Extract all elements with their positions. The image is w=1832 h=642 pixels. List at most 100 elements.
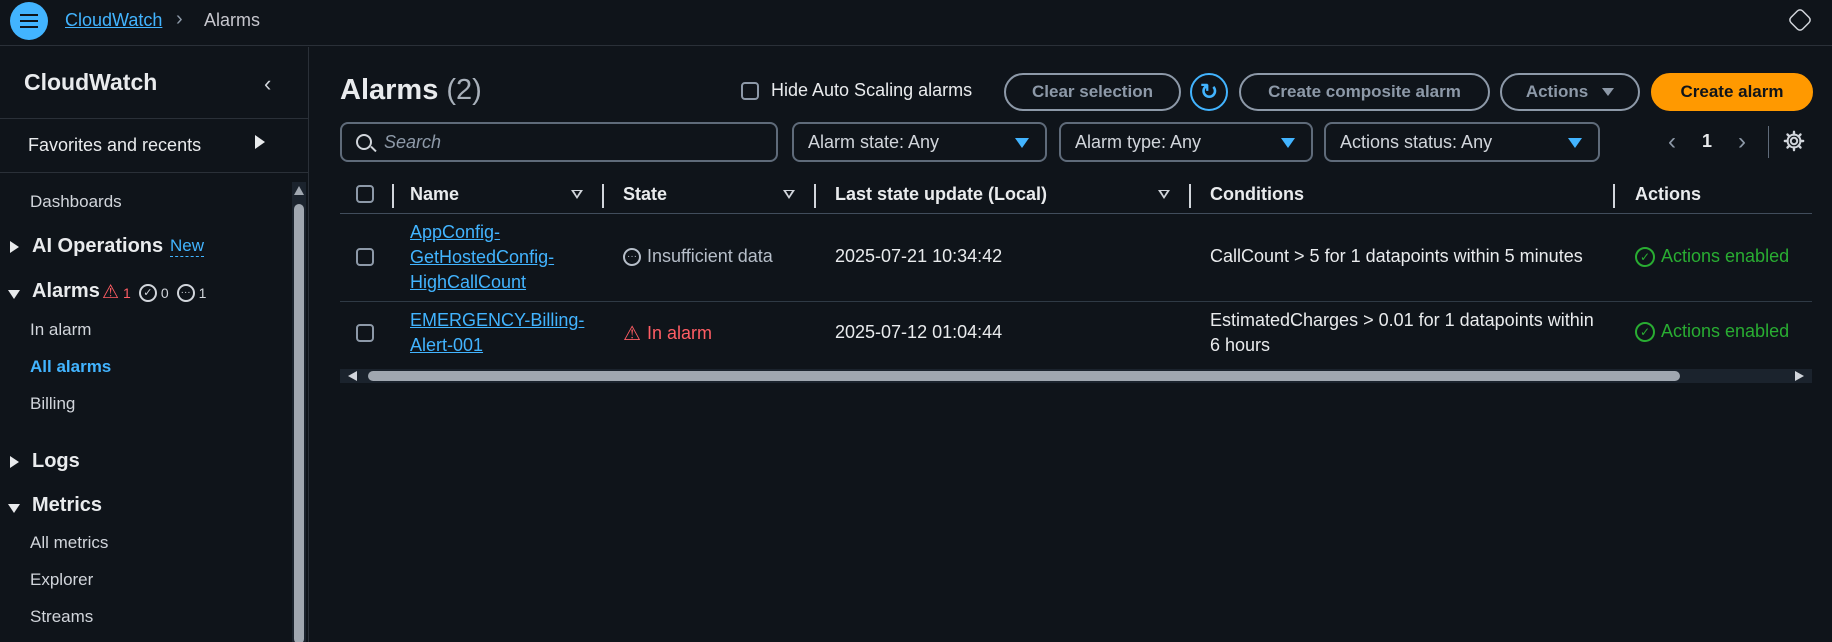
sidebar-scrollbar[interactable]: [292, 182, 306, 642]
search-box[interactable]: [340, 122, 778, 162]
collapse-sidebar-icon[interactable]: ‹: [264, 71, 271, 97]
actions-status-text: Actions enabled: [1661, 321, 1790, 341]
column-divider: [392, 184, 394, 208]
sidebar-section-metrics[interactable]: Metrics: [32, 494, 102, 517]
actions-status-filter[interactable]: Actions status: Any: [1324, 122, 1600, 162]
insufficient-count: ··· 1: [176, 283, 207, 302]
hide-auto-scaling-toggle[interactable]: Hide Auto Scaling alarms: [741, 80, 972, 101]
column-divider[interactable]: [1613, 184, 1615, 208]
settings-gear-icon[interactable]: [1783, 130, 1805, 152]
alarm-name-line[interactable]: EMERGENCY-Billing-: [410, 308, 584, 333]
divider: [1768, 126, 1769, 158]
sort-icon[interactable]: [783, 190, 795, 199]
caret-right-icon[interactable]: [255, 135, 265, 149]
sidebar-item-all-metrics[interactable]: All metrics: [30, 533, 108, 553]
refresh-button[interactable]: ↻: [1190, 73, 1228, 111]
chevron-right-icon: ›: [176, 8, 183, 30]
next-page-icon[interactable]: ›: [1738, 128, 1746, 156]
column-header-actions: Actions: [1635, 184, 1702, 204]
row-checkbox[interactable]: [356, 324, 374, 342]
create-alarm-button[interactable]: Create alarm: [1651, 73, 1813, 111]
column-divider[interactable]: [814, 184, 816, 208]
refresh-icon: ↻: [1199, 79, 1219, 104]
column-header-last-update[interactable]: Last state update (Local): [835, 184, 1047, 205]
sidebar-item-billing[interactable]: Billing: [30, 394, 75, 414]
sidebar-item-all-alarms[interactable]: All alarms: [30, 357, 111, 377]
collapse-caret-icon[interactable]: [8, 504, 20, 513]
scroll-up-icon[interactable]: [294, 186, 304, 195]
column-header-state[interactable]: State: [623, 184, 667, 205]
sidebar-title: CloudWatch: [24, 69, 158, 95]
breadcrumb-current: Alarms: [204, 10, 261, 30]
sidebar-section-alarms[interactable]: Alarms: [32, 280, 100, 303]
alarm-name-line[interactable]: AppConfig-: [410, 220, 554, 245]
search-input[interactable]: [384, 131, 764, 153]
insufficient-count-value: 1: [198, 284, 207, 301]
alarm-name-link[interactable]: EMERGENCY-Billing- Alert-001: [410, 308, 584, 358]
create-composite-alarm-button[interactable]: Create composite alarm: [1239, 73, 1490, 111]
table-horizontal-scrollbar[interactable]: [340, 369, 1812, 383]
scroll-right-icon[interactable]: [1795, 371, 1804, 381]
column-header-name[interactable]: Name: [410, 184, 459, 205]
actions-dropdown-button[interactable]: Actions: [1500, 73, 1640, 111]
insufficient-data-icon: ···: [623, 247, 641, 266]
breadcrumb-cloudwatch-link[interactable]: CloudWatch: [65, 10, 162, 31]
divider: [0, 118, 308, 119]
scrollbar-thumb[interactable]: [294, 204, 304, 642]
previous-page-icon[interactable]: ‹: [1668, 128, 1676, 156]
sidebar-item-streams[interactable]: Streams: [30, 607, 93, 627]
sidebar-item-dashboards[interactable]: Dashboards: [30, 192, 122, 212]
alarm-name-line[interactable]: HighCallCount: [410, 270, 554, 295]
favorites-and-recents[interactable]: Favorites and recents: [28, 135, 201, 156]
sidebar-item-explorer[interactable]: Explorer: [30, 570, 93, 590]
alarm-state-filter[interactable]: Alarm state: Any: [792, 122, 1047, 162]
check-circle-icon: ✓: [138, 283, 157, 302]
alarm-conditions: EstimatedCharges > 0.01 for 1 datapoints…: [1210, 308, 1594, 358]
notifications-icon[interactable]: [1787, 7, 1813, 33]
new-badge[interactable]: New: [170, 236, 205, 257]
alarm-counts: ⚠ 1 ✓ 0 ··· 1: [102, 281, 206, 304]
state-text: In alarm: [646, 323, 712, 343]
top-navigation-bar: CloudWatch › Alarms: [0, 0, 1832, 46]
alarm-name-link[interactable]: AppConfig- GetHostedConfig- HighCallCoun…: [410, 220, 554, 295]
sidebar: CloudWatch ‹ Favorites and recents Dashb…: [0, 47, 309, 642]
ok-count-value: 0: [160, 284, 169, 301]
alarm-name-line[interactable]: Alert-001: [410, 333, 584, 358]
expand-caret-icon[interactable]: [10, 456, 19, 468]
expand-caret-icon[interactable]: [10, 241, 19, 253]
sidebar-section-ai-operations[interactable]: AI Operations: [32, 235, 163, 258]
state-insufficient-data: ··· Insufficient data: [623, 246, 773, 267]
sort-icon[interactable]: [571, 190, 583, 199]
alarm-name-line[interactable]: GetHostedConfig-: [410, 245, 554, 270]
sidebar-item-in-alarm[interactable]: In alarm: [30, 320, 91, 340]
sidebar-section-logs[interactable]: Logs: [32, 450, 80, 473]
caret-down-icon: [1602, 88, 1615, 96]
ok-count: ✓ 0: [138, 283, 169, 302]
current-page-number[interactable]: 1: [1702, 131, 1712, 152]
scroll-left-icon[interactable]: [348, 371, 357, 381]
column-divider[interactable]: [1189, 184, 1191, 208]
hide-auto-scaling-checkbox[interactable]: [741, 81, 759, 100]
select-all-checkbox[interactable]: [356, 185, 374, 203]
actions-enabled-status: ✓ Actions enabled: [1635, 321, 1789, 342]
last-update-time: 2025-07-12 01:04:44: [835, 322, 1003, 342]
conditions-line: EstimatedCharges > 0.01 for 1 datapoints…: [1210, 310, 1594, 330]
state-text: Insufficient data: [647, 246, 773, 266]
alarm-type-filter-value: Alarm type: Any: [1075, 131, 1202, 152]
scrollbar-thumb[interactable]: [368, 371, 1680, 381]
column-divider[interactable]: [602, 184, 604, 208]
hamburger-menu-icon[interactable]: [10, 2, 48, 40]
collapse-caret-icon[interactable]: [8, 290, 20, 299]
conditions-line: 6 hours: [1210, 335, 1271, 355]
row-checkbox[interactable]: [356, 248, 374, 266]
clear-selection-button[interactable]: Clear selection: [1004, 73, 1181, 111]
sort-icon[interactable]: [1158, 190, 1170, 199]
search-icon: [356, 134, 372, 150]
actions-enabled-status: ✓ Actions enabled: [1635, 246, 1789, 267]
state-in-alarm: ⚠ In alarm: [623, 321, 712, 346]
divider: [0, 172, 308, 173]
dropdown-caret-icon: [1015, 138, 1029, 148]
dropdown-caret-icon: [1568, 138, 1582, 148]
alarm-type-filter[interactable]: Alarm type: Any: [1059, 122, 1313, 162]
check-circle-icon: ✓: [1635, 246, 1655, 267]
